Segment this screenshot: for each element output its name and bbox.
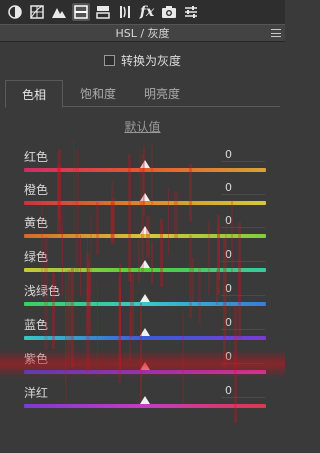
tab-saturation[interactable]: 饱和度 xyxy=(69,80,127,107)
slider-value-input[interactable]: 0 xyxy=(221,350,265,364)
tab-luminance[interactable]: 明亮度 xyxy=(133,80,191,107)
tab-hue[interactable]: 色相 xyxy=(5,80,63,108)
slider-yellow: 黄色 0 xyxy=(0,214,285,248)
slider-thumb[interactable] xyxy=(140,260,150,268)
slider-track[interactable] xyxy=(24,370,266,374)
slider-track[interactable] xyxy=(24,234,266,238)
slider-green: 绿色 0 xyxy=(0,248,285,282)
slider-track[interactable] xyxy=(24,201,266,205)
slider-label: 橙色 xyxy=(24,183,49,197)
split-toning-icon[interactable] xyxy=(94,3,112,21)
slider-track[interactable] xyxy=(24,302,266,306)
basic-panel-icon[interactable] xyxy=(6,3,24,21)
slider-value-input[interactable]: 0 xyxy=(221,316,265,330)
slider-value-input[interactable]: 0 xyxy=(221,214,265,228)
presets-sliders-icon[interactable] xyxy=(182,3,200,21)
convert-grayscale-option[interactable]: 转换为灰度 xyxy=(0,50,285,70)
slider-thumb[interactable] xyxy=(140,193,150,201)
slider-label: 浅绿色 xyxy=(24,284,61,298)
panel-header: HSL / 灰度 xyxy=(0,24,285,42)
slider-label: 蓝色 xyxy=(24,318,49,332)
hsl-tabs: 色相 饱和度 明亮度 xyxy=(5,80,280,108)
slider-magenta: 洋红 0 xyxy=(0,384,285,418)
slider-thumb[interactable] xyxy=(140,396,150,404)
tone-curve-grid-icon[interactable] xyxy=(28,3,46,21)
slider-value-input[interactable]: 0 xyxy=(221,148,265,162)
slider-red: 红色 0 xyxy=(0,148,285,182)
slider-value-input[interactable]: 0 xyxy=(221,384,265,398)
slider-thumb[interactable] xyxy=(140,362,150,370)
slider-track[interactable] xyxy=(24,268,266,272)
slider-track[interactable] xyxy=(24,404,266,408)
slider-aqua: 浅绿色 0 xyxy=(0,282,285,316)
hsl-panel-icon[interactable] xyxy=(72,3,90,21)
slider-thumb[interactable] xyxy=(140,226,150,234)
slider-blue: 蓝色 0 xyxy=(0,316,285,350)
camera-calibration-icon[interactable] xyxy=(160,3,178,21)
slider-value-input[interactable]: 0 xyxy=(221,282,265,296)
panel-title: HSL / 灰度 xyxy=(115,27,170,40)
grayscale-checkbox[interactable] xyxy=(103,54,115,66)
slider-track[interactable] xyxy=(24,336,266,340)
slider-purple: 紫色 0 xyxy=(0,350,285,384)
grayscale-label: 转换为灰度 xyxy=(120,53,181,68)
slider-label: 绿色 xyxy=(24,250,49,264)
slider-label: 红色 xyxy=(24,150,49,164)
slider-label: 洋红 xyxy=(24,386,49,400)
slider-value-input[interactable]: 0 xyxy=(221,181,265,195)
slider-orange: 橙色 0 xyxy=(0,181,285,215)
panel-toolbar: fx xyxy=(0,0,285,24)
panel-menu-icon[interactable] xyxy=(271,29,281,37)
slider-track[interactable] xyxy=(24,168,266,172)
slider-thumb[interactable] xyxy=(140,294,150,302)
panel-footer xyxy=(0,425,285,453)
slider-thumb[interactable] xyxy=(140,328,150,336)
default-link[interactable]: 默认值 xyxy=(124,120,160,134)
slider-label: 黄色 xyxy=(24,216,49,230)
default-reset: 默认值 xyxy=(0,118,285,134)
slider-label: 紫色 xyxy=(24,352,49,366)
slider-value-input[interactable]: 0 xyxy=(221,248,265,262)
lens-correction-icon[interactable] xyxy=(116,3,134,21)
detail-mountain-icon[interactable] xyxy=(50,3,68,21)
slider-thumb[interactable] xyxy=(140,160,150,168)
effects-fx-icon[interactable]: fx xyxy=(138,3,156,21)
